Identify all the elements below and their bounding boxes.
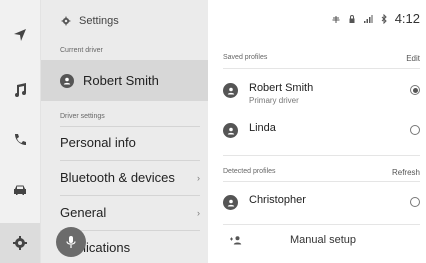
detected-profiles-label: Detected profiles <box>223 168 276 175</box>
antenna-icon <box>332 15 340 23</box>
current-driver-row[interactable]: Robert Smith <box>41 60 208 101</box>
saved-profiles-label: Saved profiles <box>223 54 268 61</box>
gear-icon <box>61 16 71 26</box>
menu-item-label: Personal info <box>60 135 136 150</box>
profile-radio[interactable] <box>410 197 420 207</box>
gear-icon <box>13 236 27 250</box>
current-driver-name: Robert Smith <box>83 73 159 88</box>
rail-phone-button[interactable] <box>0 120 40 160</box>
bluetooth-icon <box>381 13 387 24</box>
profiles-panel: 4:12 Saved profiles Edit Robert Smith Pr… <box>208 0 426 263</box>
profile-role: Primary driver <box>249 96 299 105</box>
car-icon <box>14 185 26 195</box>
menu-item-personal-info[interactable]: Personal info <box>60 135 200 150</box>
profile-name: Christopher <box>249 194 306 206</box>
menu-item-label: General <box>60 205 107 220</box>
divider <box>223 68 420 69</box>
person-icon <box>227 87 234 94</box>
person-icon <box>227 127 234 134</box>
divider <box>60 160 200 161</box>
rail-settings-button[interactable] <box>0 223 40 263</box>
music-note-icon <box>15 83 26 97</box>
manual-setup-button[interactable]: Manual setup <box>223 234 423 246</box>
driver-settings-label: Driver settings <box>60 113 105 120</box>
avatar <box>223 83 238 98</box>
navigation-arrow-icon <box>14 29 26 41</box>
settings-title-label: Settings <box>79 15 119 27</box>
avatar <box>223 195 238 210</box>
icon-rail <box>0 0 41 263</box>
person-icon <box>63 77 71 84</box>
menu-item-bluetooth-devices[interactable]: Bluetooth & devices › <box>60 170 200 185</box>
phone-icon <box>15 134 26 145</box>
avatar <box>223 123 238 138</box>
settings-title: Settings <box>61 15 119 27</box>
profile-name: Robert Smith <box>249 82 314 94</box>
profile-item-christopher[interactable]: Christopher <box>223 194 420 210</box>
divider <box>223 155 420 156</box>
profile-item-robert-smith[interactable]: Robert Smith Primary driver <box>223 82 420 105</box>
rail-media-button[interactable] <box>0 70 40 110</box>
chevron-right-icon: › <box>197 172 200 183</box>
lock-icon <box>349 14 355 23</box>
divider <box>223 224 420 225</box>
signal-icon <box>363 14 373 23</box>
divider <box>60 195 200 196</box>
current-driver-label: Current driver <box>60 47 103 54</box>
menu-item-label: Bluetooth & devices <box>60 170 175 185</box>
chevron-right-icon: › <box>197 207 200 218</box>
menu-item-general[interactable]: General › <box>60 205 200 220</box>
avatar <box>60 73 74 88</box>
divider <box>60 126 200 127</box>
refresh-button[interactable]: Refresh <box>392 168 420 177</box>
voice-assistant-button[interactable] <box>56 227 86 257</box>
profile-radio[interactable] <box>410 125 420 135</box>
profile-name: Linda <box>249 122 276 134</box>
clock: 4:12 <box>394 11 420 26</box>
microphone-icon <box>66 236 76 248</box>
edit-button[interactable]: Edit <box>406 54 420 63</box>
divider <box>223 181 420 182</box>
status-bar: 4:12 <box>331 11 420 26</box>
profile-radio-selected[interactable] <box>410 85 420 95</box>
add-person-icon <box>230 236 242 245</box>
manual-setup-label: Manual setup <box>290 234 357 246</box>
profile-item-linda[interactable]: Linda <box>223 122 420 138</box>
rail-navigation-button[interactable] <box>0 15 40 55</box>
settings-menu: Settings Current driver Robert Smith Dri… <box>41 0 208 263</box>
person-icon <box>227 199 234 206</box>
rail-vehicle-button[interactable] <box>0 170 40 210</box>
